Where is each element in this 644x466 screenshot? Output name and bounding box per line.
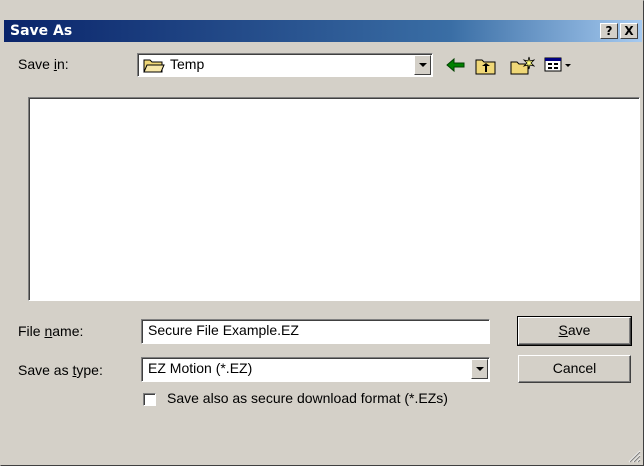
secure-format-checkbox[interactable]: [143, 393, 156, 406]
save-as-type-value: EZ Motion (*.EZ): [148, 360, 253, 376]
chevron-down-icon[interactable]: [414, 55, 431, 75]
view-menu-icon[interactable]: [544, 56, 574, 74]
up-folder-icon[interactable]: [474, 56, 498, 76]
resize-grip-icon[interactable]: [627, 449, 641, 463]
help-button[interactable]: ?: [600, 23, 618, 39]
close-button[interactable]: X: [620, 23, 638, 39]
file-list[interactable]: [28, 97, 640, 301]
folder-icon: [143, 59, 165, 73]
save-as-type-dropdown[interactable]: EZ Motion (*.EZ): [141, 357, 490, 382]
save-in-value: Temp: [170, 56, 205, 72]
new-folder-icon[interactable]: [509, 56, 535, 76]
secure-format-label[interactable]: Save also as secure download format (*.E…: [167, 390, 448, 406]
save-button[interactable]: Save: [517, 316, 632, 346]
chevron-down-icon[interactable]: [471, 359, 488, 379]
file-name-label: File name:: [18, 323, 84, 339]
file-name-value: Secure File Example.EZ: [148, 322, 299, 338]
back-arrow-icon[interactable]: [445, 56, 467, 74]
title-bar[interactable]: Save As ? X: [4, 20, 642, 42]
file-name-input[interactable]: Secure File Example.EZ: [141, 319, 490, 344]
save-as-dialog: Save As ? X Save in: Temp File name: Sec…: [0, 0, 644, 466]
save-in-dropdown[interactable]: Temp: [137, 53, 433, 77]
window-title: Save As: [10, 23, 73, 39]
save-in-label: Save in:: [18, 56, 69, 72]
save-as-type-label: Save as type:: [18, 362, 103, 378]
cancel-button[interactable]: Cancel: [518, 355, 631, 383]
